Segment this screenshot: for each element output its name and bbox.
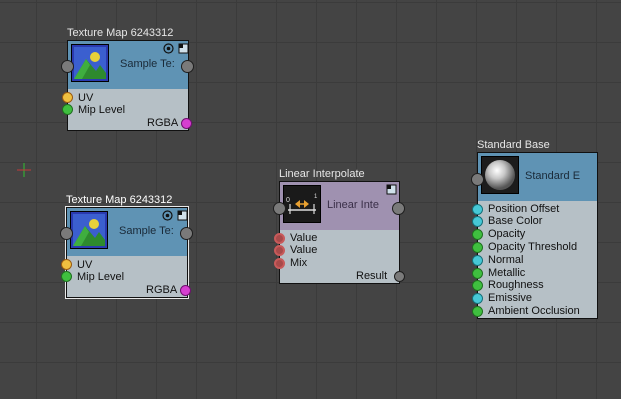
- input-label-value-b: Value: [290, 244, 318, 256]
- node-header-label: Sample Te:: [120, 58, 175, 70]
- value-b-input-port[interactable]: [274, 245, 285, 256]
- rgba-output-port[interactable]: [180, 285, 191, 296]
- emissive-input-port[interactable]: [472, 293, 483, 304]
- node-body[interactable]: Standard E Position Offset Base Color Op…: [477, 152, 598, 319]
- input-label-ambient-occlusion: Ambient Occlusion: [488, 305, 580, 317]
- standard-base-node[interactable]: Standard Base Standard E Position Offset…: [471, 139, 601, 322]
- preview-icon[interactable]: [163, 43, 174, 54]
- uv-input-port[interactable]: [62, 92, 73, 103]
- preview-icon[interactable]: [162, 210, 173, 221]
- collapse-icon[interactable]: [177, 210, 188, 221]
- header-output-port[interactable]: [181, 60, 194, 73]
- collapse-icon[interactable]: [178, 43, 189, 54]
- input-label-emissive: Emissive: [488, 292, 533, 304]
- output-label-result: Result: [356, 270, 388, 282]
- opacity-input-port[interactable]: [472, 229, 483, 240]
- output-label-rgba: RGBA: [147, 117, 179, 129]
- result-output-port[interactable]: [394, 271, 405, 282]
- node-header-label: Sample Te:: [119, 225, 174, 237]
- ambient-occlusion-input-port[interactable]: [472, 306, 483, 317]
- linear-interpolate-node[interactable]: Linear Interpolate 0 1 Linear Inte Value…: [273, 168, 408, 288]
- node-body[interactable]: Sample Te: UV Mip Level RGBA: [67, 40, 189, 131]
- node-header-label: Standard E: [525, 170, 581, 182]
- uv-input-port[interactable]: [61, 259, 72, 270]
- node-body[interactable]: Sample Te: UV Mip Level RGBA: [65, 206, 189, 299]
- header-output-port[interactable]: [392, 202, 405, 215]
- node-title: Texture Map 6243312: [67, 27, 174, 39]
- lerp-icon-label-0: 0: [286, 197, 290, 204]
- node-header-label: Linear Inte: [327, 199, 379, 211]
- position-offset-input-port[interactable]: [472, 204, 483, 215]
- mip-level-input-port[interactable]: [61, 271, 72, 282]
- opacity-threshold-input-port[interactable]: [472, 242, 483, 253]
- texture-map-node-1[interactable]: Texture Map 6243312 Sample Te: UV Mip Le…: [61, 27, 201, 135]
- header-input-port[interactable]: [273, 202, 286, 215]
- texture-thumbnail: [70, 211, 108, 249]
- node-header[interactable]: Sample Te:: [67, 208, 188, 256]
- input-label-opacity: Opacity: [488, 228, 526, 240]
- header-output-port[interactable]: [180, 227, 193, 240]
- roughness-input-port[interactable]: [472, 280, 483, 291]
- metallic-input-port[interactable]: [472, 268, 483, 279]
- normal-input-port[interactable]: [472, 255, 483, 266]
- texture-thumbnail: [71, 44, 109, 82]
- input-label-opacity-threshold: Opacity Threshold: [488, 241, 578, 253]
- header-input-port[interactable]: [471, 173, 484, 186]
- input-label-normal: Normal: [488, 254, 524, 266]
- input-label-base-color: Base Color: [488, 215, 543, 227]
- output-label-rgba: RGBA: [146, 284, 178, 296]
- rgba-output-port[interactable]: [181, 118, 192, 129]
- value-a-input-port[interactable]: [274, 233, 285, 244]
- lerp-thumbnail: 0 1: [283, 185, 321, 223]
- node-title: Linear Interpolate: [279, 168, 365, 180]
- node-title: Texture Map 6243312: [66, 194, 173, 206]
- mip-level-input-port[interactable]: [62, 104, 73, 115]
- node-header[interactable]: Sample Te:: [68, 41, 189, 89]
- header-input-port[interactable]: [60, 227, 73, 240]
- node-header[interactable]: 0 1 Linear Inte: [280, 182, 399, 230]
- input-label-roughness: Roughness: [488, 279, 544, 291]
- header-input-port[interactable]: [61, 60, 74, 73]
- input-label-mix: Mix: [290, 257, 308, 269]
- node-body[interactable]: 0 1 Linear Inte Value Value Mix Result: [279, 181, 400, 284]
- input-label-mip-level: Mip Level: [77, 271, 125, 283]
- input-label-mip-level: Mip Level: [78, 104, 126, 116]
- texture-map-node-2[interactable]: Texture Map 6243312 Sample Te: UV Mip Le…: [60, 194, 200, 302]
- node-header[interactable]: Standard E: [478, 153, 597, 201]
- base-color-input-port[interactable]: [472, 216, 483, 227]
- node-title: Standard Base: [477, 139, 550, 151]
- collapse-icon[interactable]: [386, 184, 397, 195]
- origin-crosshair-icon: [17, 163, 31, 177]
- mix-input-port[interactable]: [274, 258, 285, 269]
- material-preview-thumbnail: [481, 156, 519, 194]
